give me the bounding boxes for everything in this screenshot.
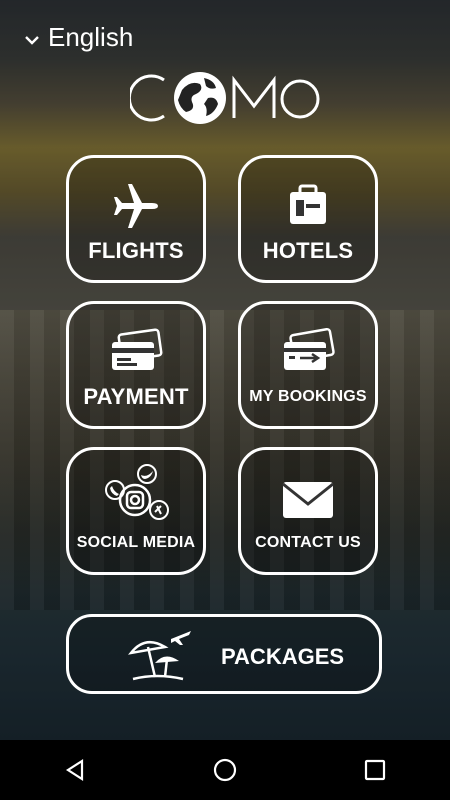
social-media-button[interactable]: SOCIAL MEDIA xyxy=(66,447,206,575)
language-selector[interactable]: English xyxy=(24,22,133,53)
social-media-label: SOCIAL MEDIA xyxy=(76,534,196,551)
home-icon[interactable] xyxy=(205,750,245,790)
flights-label: FLIGHTS xyxy=(88,238,184,263)
payment-label: PAYMENT xyxy=(83,384,189,409)
beach-umbrella-icon xyxy=(125,627,195,690)
system-navigation-bar xyxy=(0,740,450,800)
contact-us-button[interactable]: CONTACT US xyxy=(238,447,378,575)
hotels-button[interactable]: HOTELS xyxy=(238,155,378,283)
recents-icon[interactable] xyxy=(355,750,395,790)
payment-button[interactable]: PAYMENT xyxy=(66,301,206,429)
chevron-down-icon xyxy=(24,22,48,53)
back-icon[interactable] xyxy=(55,750,95,790)
my-bookings-button[interactable]: MY BOOKINGS xyxy=(238,301,378,429)
como-logo xyxy=(127,68,320,128)
hotels-label: HOTELS xyxy=(262,238,354,263)
envelope-icon xyxy=(241,480,375,520)
contact-us-label: CONTACT US xyxy=(255,534,361,551)
language-label: English xyxy=(48,22,134,52)
credit-card-icon xyxy=(69,326,203,378)
social-media-icon xyxy=(69,464,203,528)
flights-button[interactable]: FLIGHTS xyxy=(66,155,206,283)
my-bookings-label: MY BOOKINGS xyxy=(249,388,367,405)
hotel-key-icon xyxy=(241,180,375,232)
airplane-icon xyxy=(69,180,203,232)
packages-button[interactable]: PACKAGES xyxy=(66,614,382,694)
packages-label: PACKAGES xyxy=(221,644,345,669)
ticket-icon xyxy=(241,326,375,378)
